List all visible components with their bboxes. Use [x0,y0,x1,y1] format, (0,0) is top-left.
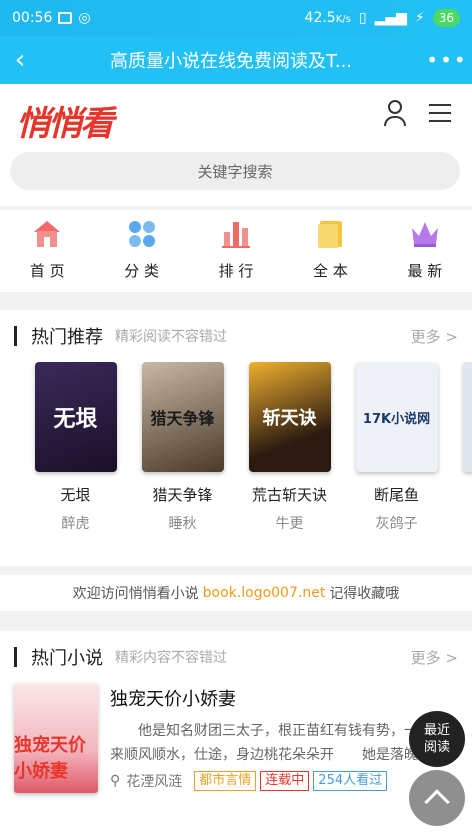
site-header: 悄悄看 关键字搜索 [0,84,472,206]
nav-latest[interactable]: 最 新 [378,210,472,292]
category-nav: 首 页 分 类 排 行 全 本 最 新 [0,210,472,292]
book-author: 醉虎 [61,516,90,532]
title-bar: ‹ 高质量小说在线免费阅读及T... ••• [0,36,472,84]
vibrate-icon: ▯ [358,10,367,26]
battery-level: 36 [432,9,460,27]
more-link[interactable]: 更多 > [411,647,458,668]
site-url-link[interactable]: book.logo007.net [203,585,326,601]
status-time: 00:56 [12,10,53,26]
back-button[interactable]: ‹ [0,45,40,75]
book-cover[interactable]: 斩天诀 [248,362,331,472]
book-item[interactable]: 悦 [450,362,472,533]
section-title: 热门推荐 [31,327,103,348]
hot-novels-section: 热门小说 精彩内容不容错过 更多 > 独宠天价小娇妻 独宠天价小娇妻 他是知名财… [0,631,472,833]
book-cover[interactable]: 无垠 [34,362,117,472]
book-author: 睡秋 [168,516,197,532]
book-item[interactable]: 斩天诀 荒古斩天诀 牛更 [236,362,343,533]
crown-icon [409,218,441,250]
chevron-up-icon [424,789,450,815]
novel-cover[interactable]: 独宠天价小娇妻 [14,683,98,793]
site-logo[interactable]: 悄悄看 [16,96,114,145]
book-author: 灰鸽子 [375,516,418,532]
status-bar: 00:56 ◎ 42.5K/s ▯ ▂▄▆ ⚡ 36 [0,0,472,36]
user-icon[interactable] [383,100,407,126]
book-title[interactable]: 无垠 [60,484,90,505]
novel-description: 他是知名财团三太子，根正苗红有钱有势，一路走来顺风顺水，仕途，身边桃花朵朵开 她… [110,723,446,763]
more-menu-button[interactable]: ••• [422,48,472,72]
genre-tag[interactable]: 都市言情 [194,771,257,791]
status-tag: 连载中 [260,771,310,791]
book-icon [314,218,346,250]
book-title[interactable]: 猎天争锋 [152,484,212,505]
nav-category[interactable]: 分 类 [94,210,188,292]
novel-author: 花湮风涟 [126,774,183,790]
signal-app-icon: ◎ [78,10,91,26]
cell-signal-icon: ▂▄▆ [374,10,407,26]
charging-icon: ⚡ [414,10,425,26]
book-cover[interactable]: 猎天争锋 [141,362,224,472]
page-title: 高质量小说在线免费阅读及T... [109,51,353,72]
recent-reading-button[interactable]: 最近 阅读 [409,711,465,767]
novel-title[interactable]: 独宠天价小娇妻 [110,685,458,711]
search-input[interactable]: 关键字搜索 [10,152,460,190]
section-title: 热门小说 [31,648,103,669]
book-cover[interactable]: 17K小说网 [355,362,438,472]
more-link[interactable]: 更多 > [411,326,458,347]
views-tag: 254人看过 [313,771,388,791]
nav-rank[interactable]: 排 行 [189,210,283,292]
book-title[interactable]: 荒古斩天诀 [252,484,327,505]
back-to-top-button[interactable] [409,770,465,826]
book-item[interactable]: 猎天争锋 猎天争锋 睡秋 [129,362,236,533]
book-item[interactable]: 17K小说网 断尾鱼 灰鸽子 [343,362,450,533]
section-subtitle: 精彩内容不容错过 [115,650,227,666]
nav-home[interactable]: 首 页 [0,210,94,292]
notification-icon [58,12,73,24]
nav-complete[interactable]: 全 本 [283,210,377,292]
section-subtitle: 精彩阅读不容错过 [115,329,227,345]
rank-icon [220,218,252,250]
welcome-banner: 欢迎访问悄悄看小说 book.logo007.net 记得收藏哦 [0,575,472,611]
category-icon [126,218,158,250]
book-item[interactable]: 无垠 无垠 醉虎 [22,362,129,533]
author-icon: ⚲ [110,773,121,789]
book-cover[interactable] [462,362,472,472]
hot-recommend-section: 热门推荐 精彩阅读不容错过 更多 > 无垠 无垠 醉虎 猎天争锋 猎天争锋 睡秋… [0,310,472,566]
hamburger-menu-icon[interactable] [429,104,451,128]
network-speed: 42.5K/s [304,10,351,26]
book-author: 牛更 [275,516,304,532]
novel-list-item[interactable]: 独宠天价小娇妻 独宠天价小娇妻 他是知名财团三太子，根正苗红有钱有势，一路走来顺… [0,683,472,793]
book-title[interactable]: 断尾鱼 [374,484,419,505]
home-icon [31,218,63,250]
